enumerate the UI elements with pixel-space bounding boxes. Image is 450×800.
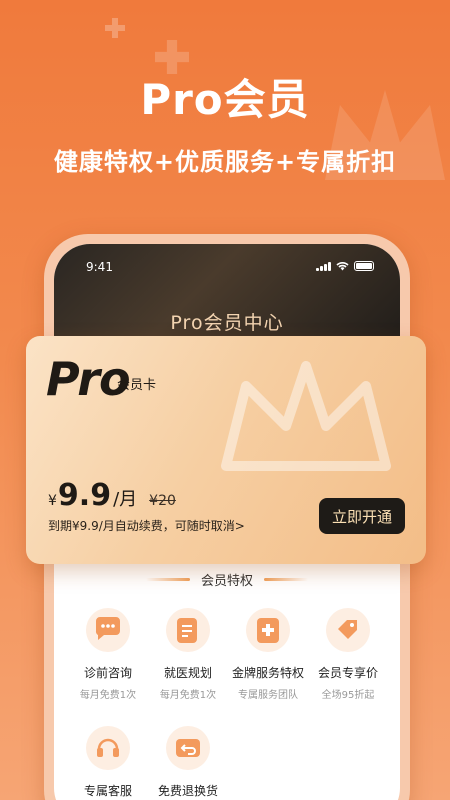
benefits-title: 会员特权 — [200, 574, 253, 589]
benefit-label: 专属客服 — [83, 784, 132, 798]
benefit-label: 金牌服务特权 — [231, 666, 304, 680]
benefit-item-customer-service[interactable]: 专属客服 — [68, 726, 148, 800]
benefit-item-member-price[interactable]: 会员专享价 全场95折起 — [308, 608, 388, 701]
title-divider-right — [264, 578, 308, 581]
headset-icon — [86, 726, 130, 770]
benefit-label: 就医规划 — [163, 666, 212, 680]
crown-watermark-icon — [221, 361, 391, 471]
card-logo-suffix: 会员卡 — [117, 378, 157, 393]
benefit-label: 免费退换货 — [157, 784, 218, 798]
original-price: ¥20 — [149, 493, 176, 509]
benefit-label: 会员专享价 — [317, 666, 378, 680]
medical-kit-icon — [246, 608, 290, 652]
price-value: 9.9 — [57, 478, 112, 513]
return-wallet-icon — [166, 726, 210, 770]
price-unit: /月 — [113, 489, 138, 510]
hero-subtitle: 健康特权+优质服务+专属折扣 — [53, 148, 397, 176]
open-membership-button[interactable]: 立即开通 — [319, 498, 405, 534]
price-currency: ¥ — [48, 493, 57, 509]
benefit-sub: 每月免费1次 — [79, 690, 137, 701]
benefit-item-gold-service[interactable]: 金牌服务特权 专属服务团队 — [228, 608, 308, 701]
title-divider-left — [146, 578, 190, 581]
benefit-sub: 专属服务团队 — [238, 690, 298, 701]
benefit-sub: 全场95折起 — [321, 690, 375, 701]
membership-card[interactable]: Pro 会员卡 ¥ 9.9 /月 ¥20 到期¥9.9/月自动续费，可随时取消>… — [26, 336, 426, 564]
chat-bubble-icon — [86, 608, 130, 652]
signal-icon — [316, 261, 331, 271]
price-tag-icon — [326, 608, 370, 652]
auto-renew-link[interactable]: 到期¥9.9/月自动续费，可随时取消> — [48, 517, 245, 534]
plus-decoration-icon — [105, 18, 125, 38]
status-time: 9:41 — [86, 260, 113, 274]
hero-title: Pro会员 — [140, 75, 310, 124]
benefit-item-plan[interactable]: 就医规划 每月免费1次 — [148, 608, 228, 701]
price-row: ¥ 9.9 /月 ¥20 — [48, 478, 176, 513]
benefit-item-consult[interactable]: 诊前咨询 每月免费1次 — [68, 608, 148, 701]
wifi-icon — [336, 262, 349, 271]
benefit-sub: 每月免费1次 — [159, 690, 217, 701]
status-icons — [316, 261, 374, 271]
benefit-item-free-return[interactable]: 免费退换货 — [148, 726, 228, 800]
screen-title: Pro会员中心 — [170, 312, 284, 334]
clipboard-icon — [166, 608, 210, 652]
benefit-label: 诊前咨询 — [83, 666, 132, 680]
battery-icon — [354, 261, 374, 271]
